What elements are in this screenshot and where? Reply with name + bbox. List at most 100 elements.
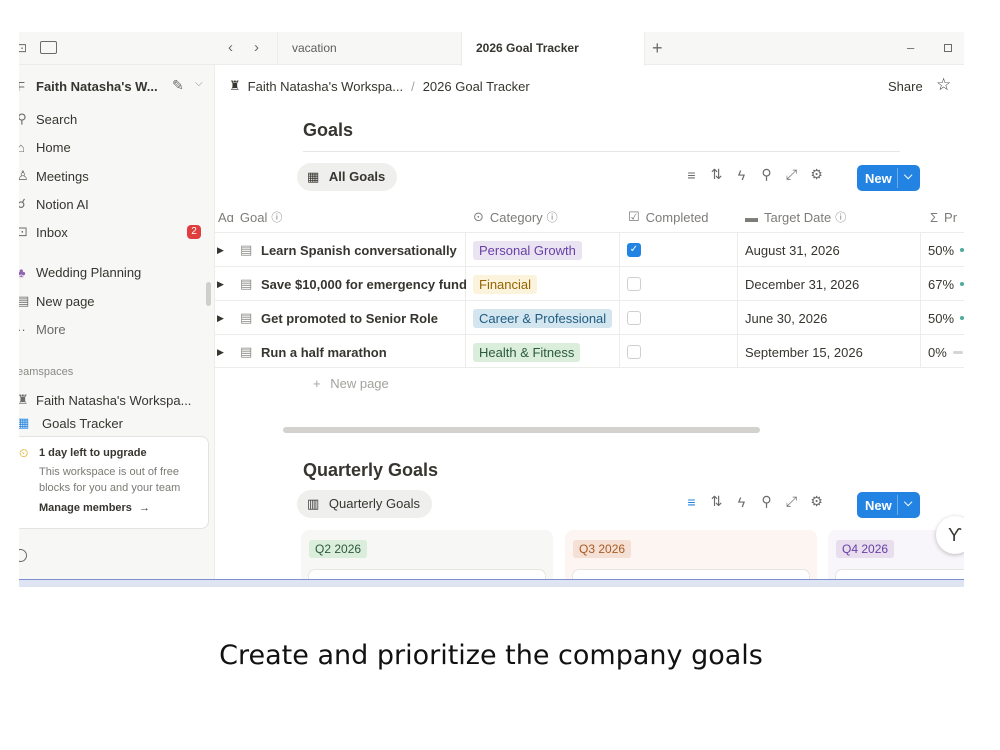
chevron-down-icon[interactable]: ⌵ [195,78,203,89]
category-cell[interactable]: Financial [473,267,538,301]
quarterly-goals-view-tab[interactable]: ▥ Quarterly Goals [297,490,432,518]
column-header-label: Target Date [764,209,832,225]
completed-checkbox[interactable] [627,311,641,325]
sort-icon[interactable]: ⇅ [704,166,729,183]
divider [303,151,900,152]
sidebar-item-wedding-planning[interactable]: ♣ Wedding Planning [19,259,215,285]
goal-cell[interactable]: Get promoted to Senior Role [261,301,438,335]
table-row[interactable]: ▶ ▤ Run a half marathon Health & Fitness… [215,334,964,368]
completed-cell[interactable]: ✓ [627,233,641,267]
table-row[interactable]: ▶ ▤ Learn Spanish conversationally Perso… [215,232,964,266]
expand-icon[interactable]: ⤢ [779,493,804,510]
group-label: Q4 2026 [836,540,895,558]
favorite-star-icon[interactable]: ☆ [936,75,951,95]
help-icon[interactable] [19,549,27,562]
sort-icon[interactable]: ⇅ [704,493,729,510]
goal-cell[interactable]: Run a half marathon [261,335,387,369]
progress-cell: 0% [928,335,963,369]
new-button[interactable]: New ⌵ [857,165,920,191]
workspace-avatar: F [19,78,25,94]
category-cell[interactable]: Career & Professional [473,301,613,335]
upgrade-card: ⏲ 1 day left to upgrade This workspace i… [19,436,209,529]
calendar-icon: ▬ [745,209,758,225]
breadcrumb-workspace[interactable]: Faith Natasha's Workspa... [248,79,403,94]
goals-heading: Goals [303,120,354,140]
minimize-icon[interactable]: – [907,40,914,55]
column-header-progress[interactable]: Σ Pr [930,207,957,227]
sidebar-item-meetings[interactable]: ♙ Meetings [19,163,215,189]
chevron-down-icon[interactable]: ⌵ [904,497,912,510]
column-header-target-date[interactable]: ▬ Target Date ⓘ [745,207,846,227]
all-goals-view-tab[interactable]: ▦ All Goals [297,163,398,191]
back-icon[interactable]: ‹ [228,39,233,56]
add-new-page-row[interactable]: + New page [313,376,389,391]
info-icon: ⓘ [835,212,847,224]
sidebar-item-search[interactable]: ⚲ Search [19,106,215,132]
filter-icon[interactable]: ≡ [679,494,704,510]
sidebar-item-notion-ai[interactable]: ☌ Notion AI [19,191,215,217]
new-tab-icon[interactable]: + [652,38,663,59]
automation-icon[interactable]: ϟ [729,494,754,510]
settings-icon[interactable]: ⚙ [804,493,829,510]
sidebar-toggle-icon[interactable] [40,41,57,54]
goal-cell[interactable]: Learn Spanish conversationally [261,233,457,267]
completed-cell[interactable] [627,335,641,369]
expand-toggle-icon[interactable]: ▶ [217,335,224,369]
sidebar-item-goals-tracker[interactable]: ▦ Goals Tracker [19,415,215,431]
table-row[interactable]: ▶ ▤ Save $10,000 for emergency fund Fina… [215,266,964,300]
search-icon[interactable]: ⚲ [754,166,779,183]
expand-icon[interactable]: ⤢ [779,166,804,183]
forward-icon[interactable]: › [254,39,259,56]
search-icon[interactable]: ⚲ [754,493,779,510]
column-header-completed[interactable]: ☑ Completed [628,207,709,227]
breadcrumb-page[interactable]: 2026 Goal Tracker [423,79,530,94]
arrow-right-icon: → [139,502,150,514]
sidebar-item-workspace[interactable]: ♜ Faith Natasha's Workspa... [19,387,215,413]
completed-cell[interactable] [627,301,641,335]
column-header-label: Pr [944,209,958,225]
category-cell[interactable]: Health & Fitness [473,335,581,369]
sidebar-item-home[interactable]: ⌂ Home [19,134,215,160]
completed-checkbox[interactable] [627,277,641,291]
table-row[interactable]: ▶ ▤ Get promoted to Senior Role Career &… [215,300,964,334]
quarterly-new-button[interactable]: New ⌵ [857,492,920,518]
category-cell[interactable]: Personal Growth [473,233,582,267]
new-page-icon[interactable]: ✎ [172,77,184,94]
sidebar-scrollbar[interactable] [206,282,211,306]
share-button[interactable]: Share [888,79,923,94]
target-date-cell[interactable]: September 15, 2026 [745,335,863,369]
page-icon: ▤ [240,242,253,257]
main-content: ‹ › vacation 2026 Goal Tracker + – ♜ Fai… [215,32,964,587]
maximize-icon[interactable] [944,44,952,52]
sidebar-item-inbox[interactable]: ⊡ Inbox 2 [19,219,215,245]
sidebar-item-label: Faith Natasha's Workspa... [36,392,192,408]
completed-cell[interactable] [627,267,641,301]
expand-toggle-icon[interactable]: ▶ [217,301,224,335]
tab-2026-goal-tracker[interactable]: 2026 Goal Tracker [461,32,645,66]
text-icon: Aɑ [218,209,234,225]
breadcrumb: ♜ Faith Natasha's Workspa... / 2026 Goal… [229,78,530,94]
app-icon: ⊡ [19,41,28,55]
completed-checkbox[interactable] [627,345,641,359]
goal-cell[interactable]: Save $10,000 for emergency fund [261,267,467,301]
target-date-cell[interactable]: December 31, 2026 [745,267,859,301]
target-date-cell[interactable]: August 31, 2026 [745,233,840,267]
target-date-cell[interactable]: June 30, 2026 [745,301,827,335]
settings-icon[interactable]: ⚙ [804,166,829,183]
manage-members-link[interactable]: Manage members → [39,502,196,514]
expand-toggle-icon[interactable]: ▶ [217,267,224,301]
chevron-down-icon[interactable]: ⌵ [904,170,912,183]
column-header-category[interactable]: ⊙ Category ⓘ [473,207,558,227]
automation-icon[interactable]: ϟ [729,167,754,183]
tab-vacation[interactable]: vacation [277,32,461,65]
filter-icon[interactable]: ≡ [679,167,704,183]
horizontal-scrollbar[interactable] [283,427,760,433]
column-header-goal[interactable]: Aɑ Goal ⓘ [218,207,282,227]
workspace-switcher[interactable]: F Faith Natasha's W... ✎ ⌵ [19,73,215,99]
sidebar-item-more[interactable]: ·· More [19,316,215,342]
progress-value: 0% [928,344,947,360]
sidebar-item-new-page[interactable]: ▤ New page [19,288,215,314]
completed-checkbox[interactable]: ✓ [627,243,641,257]
expand-toggle-icon[interactable]: ▶ [217,233,224,267]
sidebar-item-label: More [36,321,66,337]
